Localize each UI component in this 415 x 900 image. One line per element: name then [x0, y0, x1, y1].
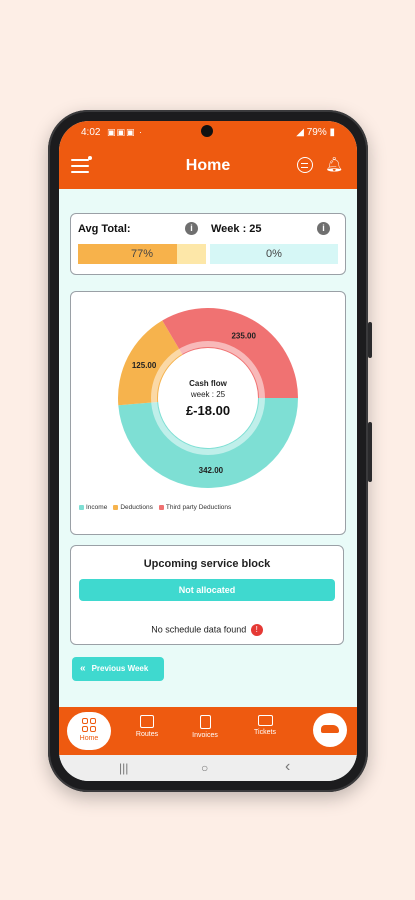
legend-label: Income	[86, 504, 108, 511]
document-icon	[199, 715, 211, 729]
car-icon	[321, 725, 339, 733]
system-home-button[interactable]: ○	[201, 761, 208, 775]
legend-item-third-party-deductions: Third party Deductions	[158, 504, 232, 511]
donut-data-label: 125.00	[132, 361, 157, 370]
info-icon[interactable]: i	[317, 222, 330, 235]
home-grid-icon	[82, 718, 96, 732]
ticket-icon	[257, 715, 273, 726]
nav-routes[interactable]: Routes	[123, 715, 171, 738]
vehicle-button[interactable]	[313, 713, 347, 747]
upcoming-service-card: Upcoming service block Not allocated No …	[70, 545, 344, 645]
chevrons-left-icon: «	[80, 663, 86, 674]
nav-routes-label: Routes	[135, 731, 159, 738]
legend-swatch	[79, 504, 84, 510]
no-schedule-message: No schedule data found !	[71, 624, 343, 636]
donut-data-label: 235.00	[231, 331, 256, 340]
service-title: Upcoming service block	[143, 558, 271, 570]
nav-tickets[interactable]: Tickets	[241, 715, 289, 736]
week-value: 0%	[266, 248, 282, 260]
donut-center-title: Cash flow	[189, 379, 228, 388]
chat-icon[interactable]	[297, 157, 313, 173]
week-progress: 0%	[210, 244, 338, 264]
cash-flow-donut-chart: 342.00 125.00 235.00 Cash flow week : 25 £-18…	[118, 308, 298, 488]
status-battery: ◢ 79% ▮	[296, 127, 335, 138]
nav-tickets-label: Tickets	[254, 729, 276, 736]
nav-invoices-label: Invoices	[192, 732, 218, 739]
not-allocated-button[interactable]: Not allocated	[79, 579, 335, 601]
donut-data-label: 342.00	[199, 466, 224, 475]
system-navigation-bar: ||| ○ ‹	[59, 755, 357, 781]
avg-total-label: Avg Total:	[78, 223, 131, 235]
legend-label: Deductions	[120, 504, 153, 511]
bottom-navigation: Home Routes Invoices Tickets	[59, 707, 357, 755]
donut-center-value: £-18.00	[186, 403, 230, 418]
legend-item-deductions: Deductions	[113, 504, 153, 511]
volume-button	[368, 322, 372, 358]
legend-swatch	[113, 504, 119, 510]
briefcase-icon	[140, 715, 154, 728]
bell-icon[interactable]: 🔔︎	[325, 156, 343, 173]
previous-week-button[interactable]: « Previous Week	[72, 657, 164, 681]
status-bar: 4:02 ▣▣▣ · ◢ 79% ▮	[59, 121, 357, 145]
nav-home[interactable]: Home	[67, 712, 111, 750]
power-button	[368, 422, 372, 482]
info-icon[interactable]: i	[185, 222, 198, 235]
legend-label: Third party Deductions	[165, 504, 232, 511]
cash-flow-chart-card: 342.00 125.00 235.00 Cash flow week : 25 £-18…	[70, 291, 346, 535]
legend-item-income: Income	[79, 504, 107, 511]
chart-legend: Income Deductions Third party Deductions	[79, 504, 237, 511]
app-bar: Home 🔔︎	[59, 145, 357, 189]
no-schedule-text: No schedule data found	[151, 624, 247, 635]
nav-home-label: Home	[79, 735, 99, 742]
app-screen: 4:02 ▣▣▣ · ◢ 79% ▮ Home 🔔︎ Avg Total: i …	[59, 121, 357, 781]
phone-frame: 4:02 ▣▣▣ · ◢ 79% ▮ Home 🔔︎ Avg Total: i …	[48, 110, 372, 792]
status-notification-icons: ▣▣▣ ·	[107, 127, 144, 137]
recent-apps-button[interactable]: |||	[119, 761, 128, 775]
nav-invoices[interactable]: Invoices	[181, 715, 229, 739]
front-camera	[201, 125, 213, 137]
system-back-button[interactable]: ‹	[285, 758, 290, 776]
donut-center-subtitle: week : 25	[190, 390, 226, 399]
legend-swatch	[158, 504, 164, 510]
avg-total-progress: 77%	[78, 244, 206, 264]
summary-card: Avg Total: i Week : 25 i 77% 0%	[70, 213, 346, 275]
week-label: Week : 25	[211, 223, 262, 235]
avg-total-value: 77%	[130, 248, 154, 260]
alert-badge-icon: !	[250, 624, 263, 636]
status-time: 4:02	[81, 127, 101, 138]
previous-week-label: Previous Week	[91, 664, 149, 673]
